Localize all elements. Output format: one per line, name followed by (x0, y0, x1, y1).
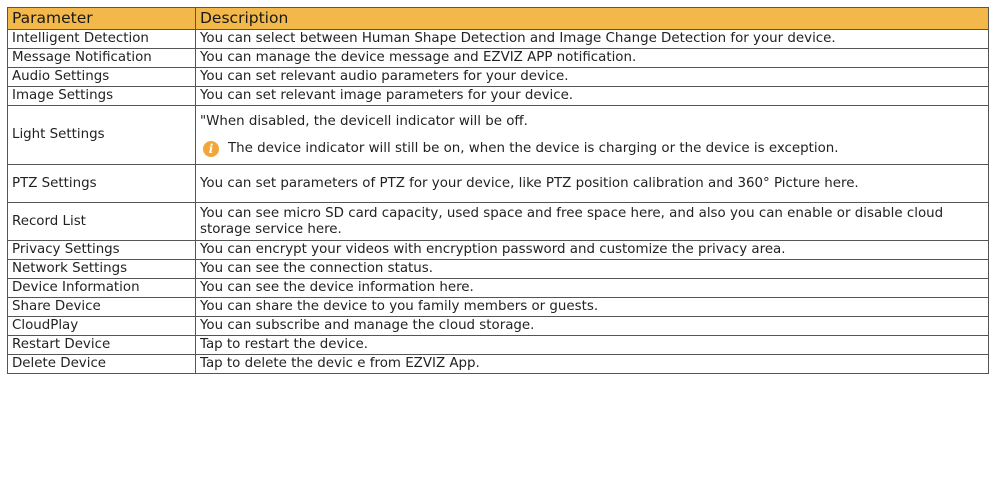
parameter-cell: Share Device (7, 297, 196, 317)
parameter-cell: Audio Settings (7, 67, 196, 87)
description-cell: You can set relevant image parameters fo… (195, 86, 989, 106)
table-row: Delete Device Tap to delete the devic e … (7, 354, 989, 374)
parameter-table: Parameter Description Intelligent Detect… (7, 7, 989, 374)
description-cell: You can see the device information here. (195, 278, 989, 298)
parameter-cell: Restart Device (7, 335, 196, 355)
table-row: PTZ Settings You can set parameters of P… (7, 164, 989, 203)
parameter-cell: Network Settings (7, 259, 196, 279)
table-header-row: Parameter Description (7, 7, 989, 30)
table-row: Intelligent Detection You can select bet… (7, 29, 989, 49)
table-row: Share Device You can share the device to… (7, 297, 989, 317)
parameter-cell: Message Notification (7, 48, 196, 68)
parameter-cell: Delete Device (7, 354, 196, 374)
description-cell: You can set parameters of PTZ for your d… (195, 164, 989, 203)
table-row: Image Settings You can set relevant imag… (7, 86, 989, 106)
table-row: Device Information You can see the devic… (7, 278, 989, 298)
description-cell: You can set relevant audio parameters fo… (195, 67, 989, 87)
info-icon: i (203, 140, 219, 157)
header-parameter: Parameter (7, 7, 196, 30)
table-row: Message Notification You can manage the … (7, 48, 989, 68)
description-cell: You can manage the device message and EZ… (195, 48, 989, 68)
table-row: Light Settings "When disabled, the devic… (7, 105, 989, 165)
parameter-cell: Intelligent Detection (7, 29, 196, 49)
description-cell: You can encrypt your videos with encrypt… (195, 240, 989, 260)
description-text: "When disabled, the devicell indicator w… (200, 113, 528, 129)
parameter-cell: Image Settings (7, 86, 196, 106)
note-text: The device indicator will still be on, w… (228, 140, 839, 156)
table-row: Restart Device Tap to restart the device… (7, 335, 989, 355)
description-cell: "When disabled, the devicell indicator w… (195, 105, 989, 165)
parameter-cell: Device Information (7, 278, 196, 298)
table-row: Record List You can see micro SD card ca… (7, 202, 989, 241)
table-row: CloudPlay You can subscribe and manage t… (7, 316, 989, 336)
parameter-table-container: Parameter Description Intelligent Detect… (7, 7, 989, 374)
description-cell: You can select between Human Shape Detec… (195, 29, 989, 49)
description-cell: You can share the device to you family m… (195, 297, 989, 317)
parameter-cell: PTZ Settings (7, 164, 196, 203)
parameter-cell: Privacy Settings (7, 240, 196, 260)
parameter-cell: Light Settings (7, 105, 196, 165)
header-description: Description (195, 7, 989, 30)
parameter-cell: Record List (7, 202, 196, 241)
description-cell: You can subscribe and manage the cloud s… (195, 316, 989, 336)
description-cell: Tap to restart the device. (195, 335, 989, 355)
description-cell: Tap to delete the devic e from EZVIZ App… (195, 354, 989, 374)
description-cell: You can see the connection status. (195, 259, 989, 279)
note-line: i The device indicator will still be on,… (200, 140, 988, 157)
description-cell: You can see micro SD card capacity, used… (195, 202, 989, 241)
parameter-cell: CloudPlay (7, 316, 196, 336)
table-row: Audio Settings You can set relevant audi… (7, 67, 989, 87)
table-row: Network Settings You can see the connect… (7, 259, 989, 279)
table-row: Privacy Settings You can encrypt your vi… (7, 240, 989, 260)
